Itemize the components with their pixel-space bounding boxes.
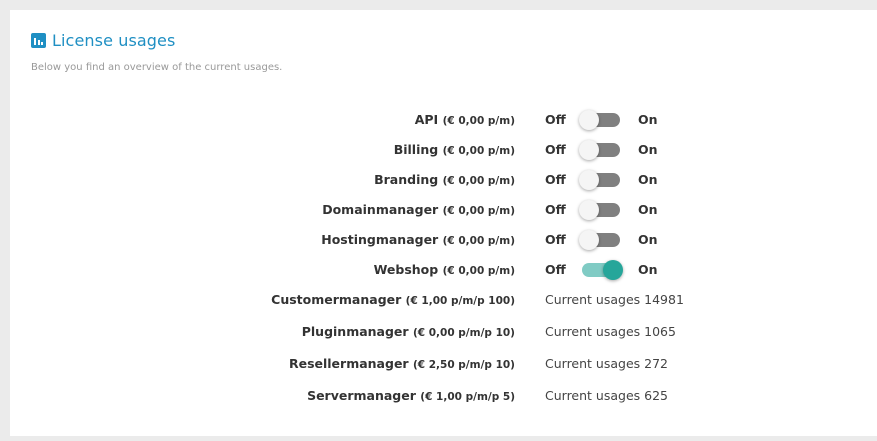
usage-value: Current usages 625: [545, 388, 668, 403]
off-label: Off: [545, 202, 566, 217]
bar-chart-icon: [31, 33, 46, 48]
on-label: On: [638, 112, 658, 127]
usage-value: Current usages 1065: [545, 324, 676, 339]
license-row-resellermanager: Resellermanager (€ 2,50 p/m/p 10) Curren…: [10, 354, 877, 374]
license-row-domainmanager: Domainmanager (€ 0,00 p/m) Off On: [10, 200, 877, 220]
license-label: Servermanager (€ 1,00 p/m/p 5): [307, 388, 515, 403]
off-label: Off: [545, 172, 566, 187]
api-toggle[interactable]: [579, 110, 620, 130]
domainmanager-toggle[interactable]: [579, 200, 620, 220]
license-label: Customermanager (€ 1,00 p/m/p 100): [271, 292, 515, 307]
license-label: Resellermanager (€ 2,50 p/m/p 10): [288, 356, 515, 371]
off-label: Off: [545, 112, 566, 127]
license-row-hostingmanager: Hostingmanager (€ 0,00 p/m) Off On: [10, 230, 877, 250]
license-label: Domainmanager (€ 0,00 p/m): [322, 202, 515, 217]
license-row-pluginmanager: Pluginmanager (€ 0,00 p/m/p 10) Current …: [10, 322, 877, 342]
license-label: Hostingmanager (€ 0,00 p/m): [321, 232, 515, 247]
license-row-api: API (€ 0,00 p/m) Off On: [10, 110, 877, 130]
on-label: On: [638, 262, 658, 277]
page-subtitle: Below you find an overview of the curren…: [31, 62, 283, 73]
billing-toggle[interactable]: [579, 140, 620, 160]
on-label: On: [638, 172, 658, 187]
license-row-customermanager: Customermanager (€ 1,00 p/m/p 100) Curre…: [10, 290, 877, 310]
on-label: On: [638, 142, 658, 157]
license-label: API (€ 0,00 p/m): [414, 112, 515, 127]
hostingmanager-toggle[interactable]: [579, 230, 620, 250]
on-label: On: [638, 232, 658, 247]
license-label: Pluginmanager (€ 0,00 p/m/p 10): [301, 324, 515, 339]
usage-value: Current usages 272: [545, 356, 668, 371]
license-row-billing: Billing (€ 0,00 p/m) Off On: [10, 140, 877, 160]
on-label: On: [638, 202, 658, 217]
off-label: Off: [545, 142, 566, 157]
toggle-knob: [579, 200, 599, 220]
off-label: Off: [545, 232, 566, 247]
page-title: License usages: [52, 31, 176, 50]
license-label: Webshop (€ 0,00 p/m): [373, 262, 515, 277]
usage-value: Current usages 14981: [545, 292, 684, 307]
toggle-knob: [579, 170, 599, 190]
license-row-servermanager: Servermanager (€ 1,00 p/m/p 5) Current u…: [10, 386, 877, 406]
toggle-knob: [579, 230, 599, 250]
branding-toggle[interactable]: [579, 170, 620, 190]
toggle-knob: [579, 110, 599, 130]
license-row-branding: Branding (€ 0,00 p/m) Off On: [10, 170, 877, 190]
off-label: Off: [545, 262, 566, 277]
license-label: Branding (€ 0,00 p/m): [374, 172, 515, 187]
panel-header: License usages: [31, 31, 175, 50]
license-label: Billing (€ 0,00 p/m): [393, 142, 515, 157]
toggle-knob: [579, 140, 599, 160]
license-usages-panel: License usages Below you find an overvie…: [10, 10, 877, 436]
toggle-knob: [603, 260, 623, 280]
license-row-webshop: Webshop (€ 0,00 p/m) Off On: [10, 260, 877, 280]
webshop-toggle[interactable]: [582, 260, 623, 280]
